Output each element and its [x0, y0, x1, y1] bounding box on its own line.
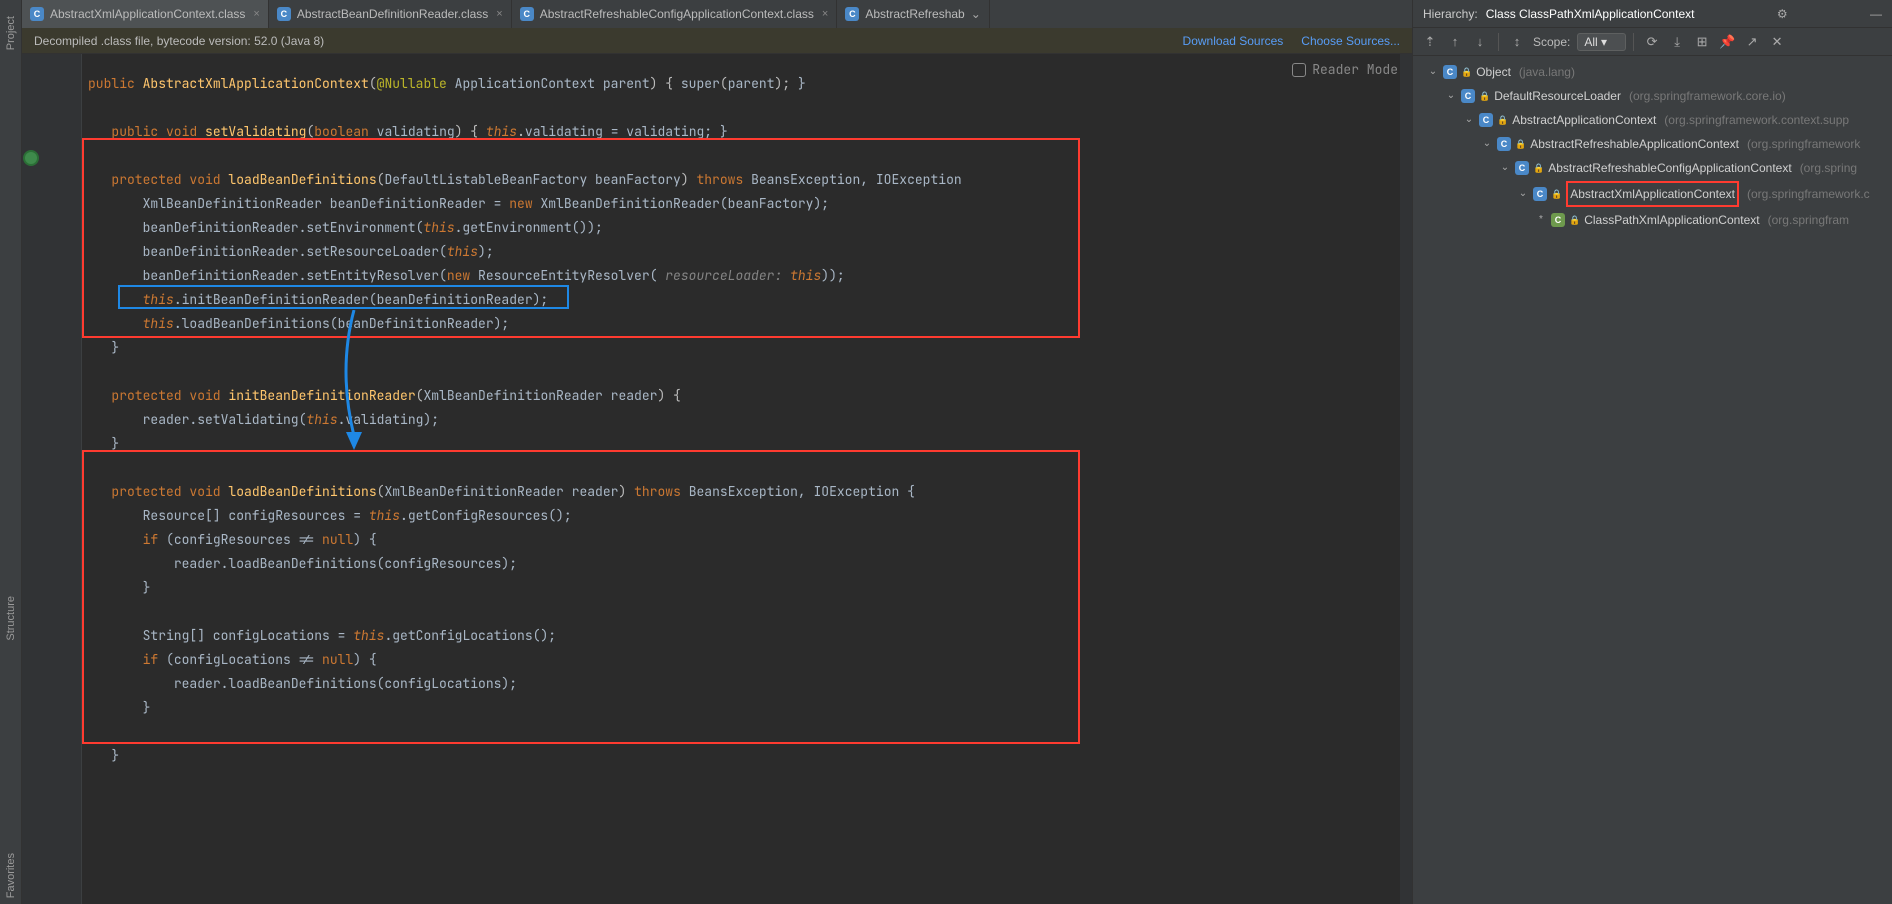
node-name: AbstractRefreshableApplicationContext — [1530, 133, 1739, 155]
editor-scrollbar[interactable] — [1400, 54, 1412, 904]
download-sources-link[interactable]: Download Sources — [1183, 34, 1284, 48]
hide-icon[interactable]: — — [1870, 7, 1882, 21]
scope-select[interactable]: All ▾ — [1577, 33, 1626, 51]
hierarchy-tree[interactable]: ⌄C🔒Object(java.lang)⌄C🔒DefaultResourceLo… — [1413, 56, 1892, 904]
lock-icon: 🔒 — [1461, 61, 1472, 83]
node-package: (org.springframework.c — [1747, 183, 1870, 205]
hierarchy-toolbar: ⇡ ↑ ↓ ↕ Scope: All ▾ ⟳ ⤓ ⊞ 📌 ↗ ✕ — [1413, 28, 1892, 56]
autoscroll-icon[interactable]: ⤓ — [1666, 32, 1688, 52]
expander-icon[interactable]: * — [1535, 209, 1547, 231]
class-icon: C — [520, 7, 534, 21]
close-panel-icon[interactable]: ✕ — [1766, 32, 1788, 52]
lock-icon: 🔒 — [1551, 183, 1562, 205]
editor-gutter — [22, 54, 82, 904]
class-icon: C — [1551, 213, 1565, 227]
expander-icon[interactable]: ⌄ — [1517, 183, 1529, 205]
class-icon: C — [1497, 137, 1511, 151]
project-tool-button[interactable]: Project — [5, 10, 17, 56]
close-icon[interactable]: × — [822, 8, 828, 20]
node-name: AbstractRefreshableConfigApplicationCont… — [1548, 157, 1791, 179]
favorites-tool-button[interactable]: Favorites — [5, 847, 17, 904]
class-icon: C — [30, 7, 44, 21]
tree-node[interactable]: ⌄ C 🔒DefaultResourceLoader (org.springframe… — [1419, 84, 1892, 108]
expander-icon[interactable]: ⌄ — [1445, 85, 1457, 107]
chevron-down-icon[interactable]: ⌄ — [971, 7, 981, 21]
code-editor[interactable]: Reader Mode public AbstractXmlApplicatio… — [82, 54, 1412, 904]
pin-icon[interactable]: 📌 — [1716, 32, 1738, 52]
node-package: (org.springframework.core.io) — [1629, 85, 1786, 107]
tab-refreshable-truncated[interactable]: CAbstractRefreshab⌄ — [837, 0, 989, 28]
tab-refreshable-config[interactable]: CAbstractRefreshableConfigApplicationCon… — [512, 0, 838, 28]
node-name: Object — [1476, 61, 1511, 83]
class-hierarchy-icon[interactable]: ⇡ — [1419, 32, 1441, 52]
lock-icon: 🔒 — [1497, 109, 1508, 131]
node-package: (org.springframework — [1747, 133, 1860, 155]
lock-icon: 🔒 — [1569, 209, 1580, 231]
editor-tabs: CAbstractXmlApplicationContext.class× CA… — [22, 0, 1412, 28]
class-icon: C — [277, 7, 291, 21]
refresh-icon[interactable]: ⟳ — [1641, 32, 1663, 52]
close-icon[interactable]: × — [253, 8, 259, 20]
lock-icon: 🔒 — [1479, 85, 1490, 107]
hierarchy-title: Class ClassPathXmlApplicationContext — [1486, 7, 1695, 21]
tab-bean-reader[interactable]: CAbstractBeanDefinitionReader.class× — [269, 0, 512, 28]
expander-icon[interactable]: ⌄ — [1463, 109, 1475, 131]
expander-icon[interactable]: ⌄ — [1499, 157, 1511, 179]
node-name: ClassPathXmlApplicationContext — [1584, 209, 1759, 231]
node-package: (java.lang) — [1519, 61, 1575, 83]
node-name: AbstractApplicationContext — [1512, 109, 1656, 131]
left-tool-strip: Project Structure Favorites — [0, 0, 22, 904]
gear-icon[interactable]: ⚙ — [1777, 7, 1788, 21]
tree-node[interactable]: ⌄ C 🔒AbstractRefreshableApplicationContext… — [1419, 132, 1892, 156]
class-icon: C — [1479, 113, 1493, 127]
tree-node[interactable]: ⌄ C 🔒Object (java.lang) — [1419, 60, 1892, 84]
tree-node[interactable]: * C 🔒ClassPathXmlApplicationContext (org.sp… — [1419, 208, 1892, 232]
class-icon: C — [1515, 161, 1529, 175]
close-icon[interactable]: × — [496, 8, 502, 20]
class-icon: C — [1461, 89, 1475, 103]
hierarchy-label: Hierarchy: — [1423, 7, 1478, 21]
tree-node[interactable]: ⌄ C 🔒AbstractRefreshableConfigApplicationC… — [1419, 156, 1892, 180]
expand-all-icon[interactable]: ⊞ — [1691, 32, 1713, 52]
export-icon[interactable]: ↗ — [1741, 32, 1763, 52]
decompiled-text: Decompiled .class file, bytecode version… — [34, 34, 324, 48]
subtypes-icon[interactable]: ↓ — [1469, 32, 1491, 52]
sort-icon[interactable]: ↕ — [1506, 32, 1528, 52]
class-icon: C — [1443, 65, 1457, 79]
tree-node[interactable]: ⌄ C 🔒AbstractApplicationContext (org.spring… — [1419, 108, 1892, 132]
class-icon: C — [845, 7, 859, 21]
tree-node[interactable]: ⌄ C 🔒AbstractXmlApplicationContext (org.spr… — [1419, 180, 1892, 208]
hierarchy-panel: Hierarchy: Class ClassPathXmlApplication… — [1412, 0, 1892, 904]
structure-tool-button[interactable]: Structure — [5, 590, 17, 647]
run-marker-icon[interactable] — [25, 152, 37, 164]
node-name: DefaultResourceLoader — [1494, 85, 1621, 107]
lock-icon: 🔒 — [1533, 157, 1544, 179]
class-icon: C — [1533, 187, 1547, 201]
node-name: AbstractXmlApplicationContext — [1566, 181, 1739, 207]
lock-icon: 🔒 — [1515, 133, 1526, 155]
scope-label: Scope: — [1533, 35, 1570, 49]
node-package: (org.springframework.context.supp — [1664, 109, 1849, 131]
supertypes-icon[interactable]: ↑ — [1444, 32, 1466, 52]
expander-icon[interactable]: ⌄ — [1481, 133, 1493, 155]
choose-sources-link[interactable]: Choose Sources... — [1301, 34, 1400, 48]
decompiled-notice-bar: Decompiled .class file, bytecode version… — [22, 28, 1412, 54]
tab-abstract-xml[interactable]: CAbstractXmlApplicationContext.class× — [22, 0, 269, 28]
node-package: (org.springfram — [1768, 209, 1849, 231]
expander-icon[interactable]: ⌄ — [1427, 61, 1439, 83]
node-package: (org.spring — [1800, 157, 1857, 179]
